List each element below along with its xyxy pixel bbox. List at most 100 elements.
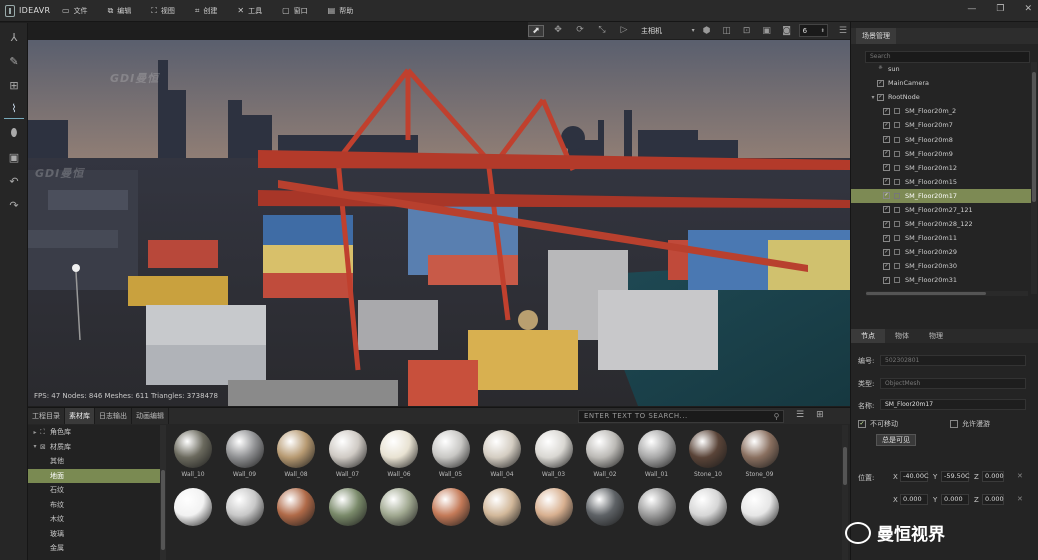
material-thumbnail[interactable]: Stone_10 — [685, 430, 731, 486]
menu-edit[interactable]: ⧉ 编辑 — [108, 6, 132, 16]
scene-node[interactable]: ✓ SM_Floor20m27_121 — [851, 203, 1031, 217]
scene-node[interactable]: ✓ SM_Floor20m17 — [851, 188, 1031, 203]
close-icon[interactable]: ✕ — [1024, 4, 1032, 14]
redo-icon[interactable]: ↷ — [4, 195, 24, 215]
material-thumbnail[interactable]: Stone_09 — [737, 430, 783, 486]
scene-node[interactable]: ✓ SM_Floor20m9 — [851, 147, 1031, 161]
menu-tools[interactable]: ✕ 工具 — [237, 6, 262, 16]
visibility-checkbox[interactable]: ✓ — [883, 164, 890, 172]
grid-icon[interactable]: ⊡ — [739, 26, 755, 36]
hierarchy-icon[interactable]: ⊞ — [4, 75, 24, 95]
material-thumbnail[interactable] — [273, 488, 319, 544]
position-y-field[interactable]: -59.50C — [941, 471, 970, 482]
material-thumbnail[interactable]: Wall_08 — [273, 430, 319, 486]
chart-icon[interactable]: ⌇ — [4, 99, 24, 119]
name-field[interactable]: SM_Floor20m17 — [880, 399, 1026, 410]
immovable-checkbox[interactable]: ✓ — [858, 420, 866, 428]
visibility-checkbox[interactable]: ✓ — [883, 234, 890, 242]
material-thumbnail[interactable]: Wall_07 — [325, 430, 371, 486]
visibility-checkbox[interactable]: ✓ — [877, 79, 884, 87]
camera-settings-icon[interactable]: ◙ — [779, 26, 795, 36]
scene-node[interactable]: ✓ SM_Floor20m8 — [851, 132, 1031, 146]
scene-tree-scrollbar[interactable] — [1031, 62, 1037, 294]
library-item[interactable]: 石纹 — [28, 483, 161, 498]
tab-0[interactable]: 工程目录 — [28, 408, 65, 424]
snap-icon[interactable]: ◫ — [719, 26, 735, 36]
scene-node[interactable]: ✓ SM_Floor20m29 — [851, 245, 1031, 259]
material-thumbnail[interactable]: Wall_02 — [582, 430, 628, 486]
menu-create[interactable]: ⌗ 创建 — [195, 6, 218, 16]
material-thumbnail[interactable] — [685, 488, 731, 544]
display-icon[interactable]: ▣ — [759, 26, 775, 36]
visibility-checkbox[interactable]: ✓ — [883, 107, 890, 115]
material-thumbnail[interactable] — [428, 488, 474, 544]
tab-property-0[interactable]: 节点 — [851, 329, 885, 343]
menu-help[interactable]: ▤ 帮助 — [328, 6, 354, 16]
visibility-checkbox[interactable]: ✓ — [883, 150, 890, 158]
visibility-checkbox[interactable]: ✓ — [883, 248, 890, 256]
scene-node[interactable]: ✓ SM_Floor20m30 — [851, 259, 1031, 273]
rotation-x-field[interactable]: 0.000 — [900, 494, 928, 505]
list-view-icon[interactable]: ☰ — [796, 410, 804, 420]
visibility-checkbox[interactable]: ☼ — [877, 65, 884, 73]
reset-rotation-icon[interactable]: ✕ — [1017, 495, 1023, 503]
library-scrollbar[interactable] — [160, 425, 166, 560]
material-thumbnail[interactable]: Wall_05 — [428, 430, 474, 486]
library-item[interactable]: 木纹 — [28, 512, 161, 527]
camera-selector[interactable]: 主相机 ▾ — [638, 26, 699, 36]
material-thumbnail[interactable]: Wall_06 — [376, 430, 422, 486]
material-thumbnail[interactable]: Wall_09 — [222, 430, 268, 486]
material-thumbnail[interactable] — [737, 488, 783, 544]
tab-1[interactable]: 素材库 — [65, 408, 95, 424]
material-thumbnail[interactable]: Wall_03 — [531, 430, 577, 486]
allow-roam-checkbox-row[interactable]: 允许漫游 — [950, 419, 990, 429]
library-item[interactable]: 其他 — [28, 454, 161, 469]
visibility-checkbox[interactable]: ✓ — [883, 262, 890, 270]
undo-icon[interactable]: ↶ — [4, 171, 24, 191]
expander-icon[interactable]: ▾ — [30, 443, 40, 450]
library-item[interactable]: 地面 — [28, 468, 161, 483]
grid-view-icon[interactable]: ⊞ — [816, 410, 824, 420]
material-thumbnail[interactable]: Wall_10 — [170, 430, 216, 486]
id-field[interactable]: 502302801 — [880, 355, 1026, 366]
camera-speed-field[interactable]: 6 ⬍ — [798, 24, 828, 37]
material-thumbnail[interactable]: Wall_01 — [634, 430, 680, 486]
visibility-checkbox[interactable]: ✓ — [883, 178, 890, 186]
library-item[interactable]: 金属 — [28, 541, 161, 556]
position-z-field[interactable]: 0.000 — [982, 471, 1004, 482]
expander-icon[interactable]: ▾ — [869, 94, 877, 101]
3d-viewport[interactable] — [28, 40, 850, 406]
material-thumbnail[interactable] — [582, 488, 628, 544]
material-thumbnail[interactable] — [376, 488, 422, 544]
position-x-field[interactable]: -40.00C — [900, 471, 929, 482]
rotate-tool-icon[interactable]: ⟳ — [572, 25, 588, 37]
material-thumbnail[interactable] — [325, 488, 371, 544]
expander-icon[interactable]: ▸ — [30, 429, 40, 436]
scrollbar-thumb[interactable] — [843, 447, 847, 485]
media-icon[interactable]: ▣ — [4, 147, 24, 167]
immovable-checkbox-row[interactable]: ✓ 不可移动 — [858, 419, 898, 429]
asset-search-input[interactable]: ENTER TEXT TO SEARCH... ⚲ — [578, 410, 784, 423]
library-item[interactable]: ▾ ⊠ 材质库 — [28, 440, 161, 455]
scrollbar-thumb[interactable] — [161, 470, 165, 550]
edit-panel-icon[interactable]: ✎ — [4, 51, 24, 71]
material-thumbnail[interactable] — [634, 488, 680, 544]
move-tool-icon[interactable]: ✥ — [550, 25, 566, 37]
type-field[interactable]: ObjectMesh — [880, 378, 1026, 389]
tab-scene-manager[interactable]: 场景管理 — [856, 28, 896, 44]
scale-tool-icon[interactable]: ⤡ — [594, 25, 610, 37]
material-thumbnail[interactable] — [222, 488, 268, 544]
hamburger-menu-icon[interactable]: ☰ — [836, 26, 850, 36]
scene-node[interactable]: ✓ SM_Floor20m7 — [851, 118, 1031, 132]
menu-file[interactable]: ▭ 文件 — [62, 6, 88, 16]
scrollbar-thumb[interactable] — [866, 292, 986, 295]
visibility-checkbox[interactable]: ✓ — [883, 220, 890, 228]
visibility-checkbox[interactable]: ✓ — [883, 136, 890, 144]
rotation-z-field[interactable]: 0.000 — [982, 494, 1004, 505]
visibility-checkbox[interactable]: ✓ — [883, 276, 890, 284]
always-visible-button[interactable]: 总是可见 — [876, 434, 916, 446]
scrollbar-thumb[interactable] — [1032, 72, 1036, 202]
restore-icon[interactable]: ❐ — [996, 4, 1004, 14]
material-thumbnail[interactable] — [479, 488, 525, 544]
library-item[interactable]: 布纹 — [28, 498, 161, 513]
